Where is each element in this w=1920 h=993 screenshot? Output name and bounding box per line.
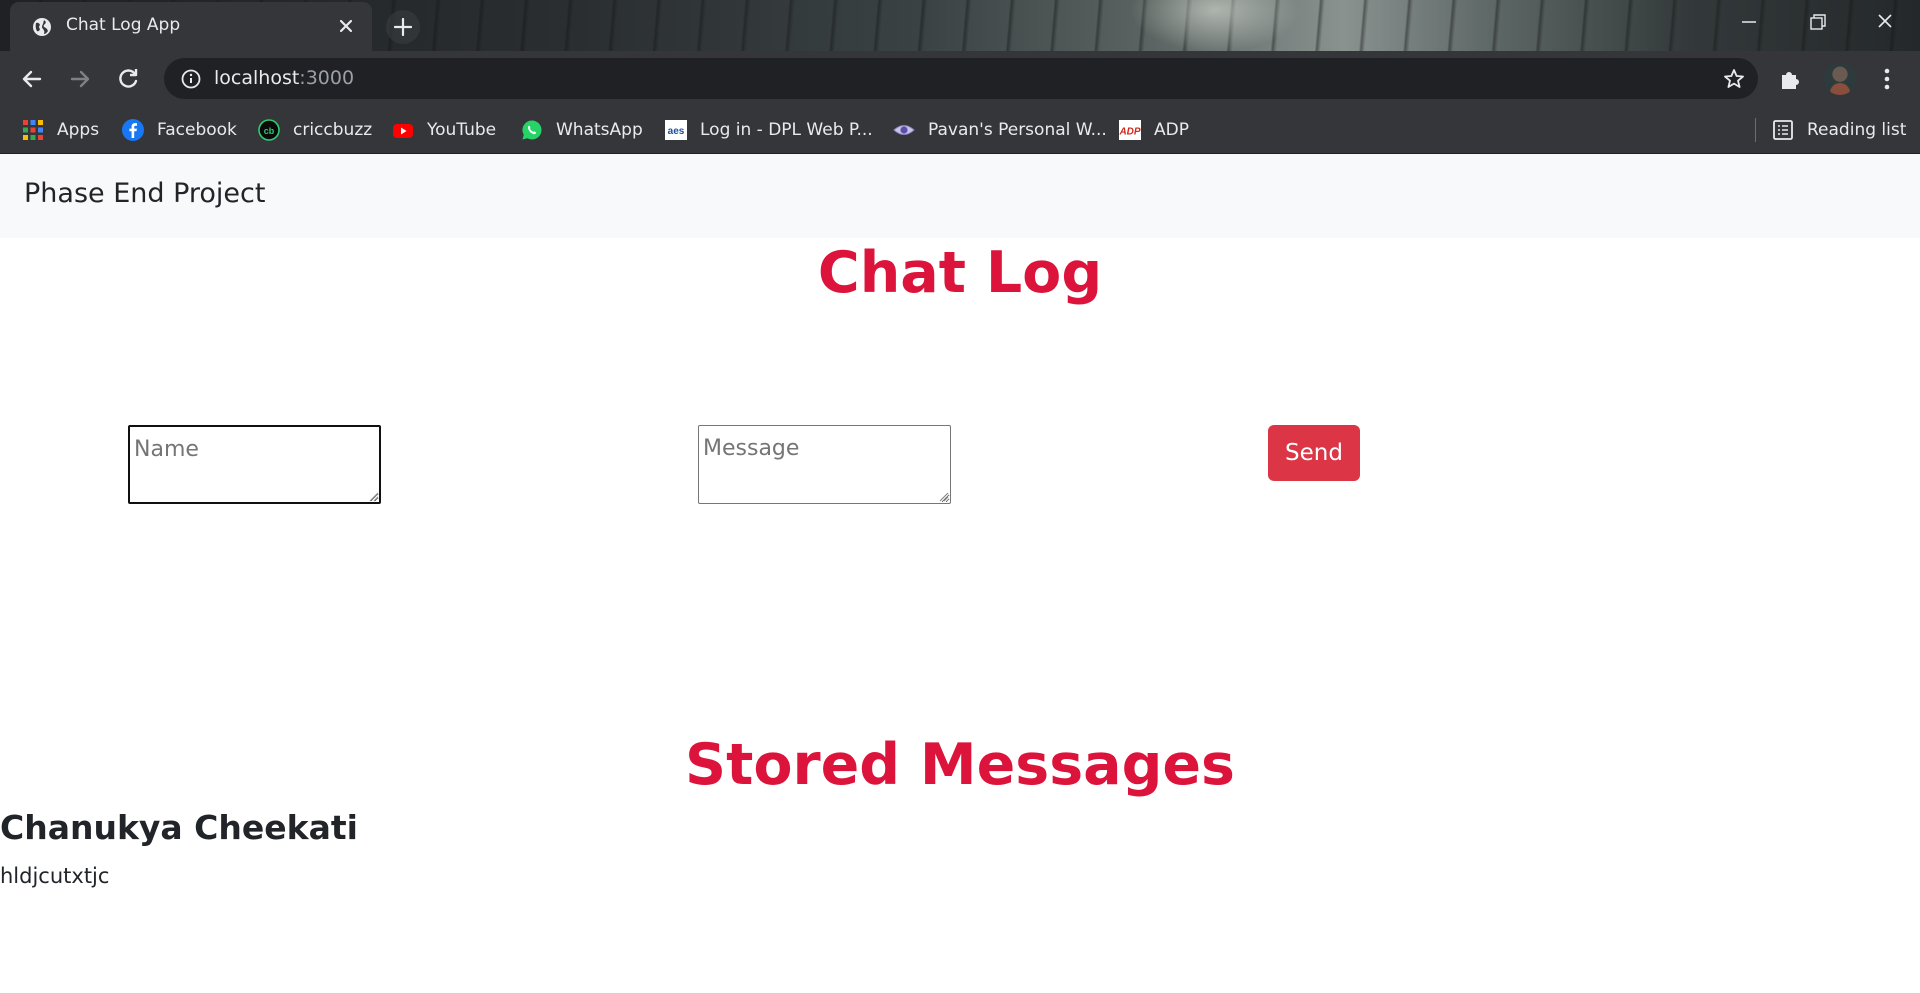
tab-title: Chat Log App <box>66 15 181 35</box>
facebook-icon <box>122 119 144 141</box>
more-menu-icon[interactable] <box>1873 65 1901 93</box>
chat-log-heading: Chat Log <box>817 240 1103 306</box>
browser-toolbar: localhost:3000 <box>0 51 1920 106</box>
bookmark-label: YouTube <box>427 120 497 140</box>
back-arrow-icon[interactable] <box>18 65 46 93</box>
bookmark-label: criccbuzz <box>293 120 373 140</box>
browser-tab-strip: Chat Log App <box>0 0 1920 51</box>
bookmark-cricbuzz[interactable]: cb criccbuzz <box>258 117 372 143</box>
window-close-icon[interactable] <box>1870 10 1900 34</box>
new-tab-button[interactable] <box>386 10 420 44</box>
profile-avatar[interactable] <box>1824 63 1856 95</box>
message-author: Chanukya Cheekati <box>0 808 358 847</box>
name-input[interactable] <box>128 425 381 504</box>
reading-list-button[interactable]: Reading list <box>1772 117 1906 143</box>
extensions-puzzle-icon[interactable] <box>1776 65 1804 93</box>
bookmark-label: Log in - DPL Web P... <box>700 120 873 140</box>
bookmark-dpl-web[interactable]: aes Log in - DPL Web P... <box>665 117 873 143</box>
send-button[interactable]: Send <box>1268 425 1360 481</box>
bookmark-apps[interactable]: Apps <box>22 117 99 143</box>
bookmark-label: Apps <box>57 120 100 140</box>
bookmark-label: WhatsApp <box>556 120 643 140</box>
bookmark-pavan-personal[interactable]: Pavan's Personal W... <box>893 117 1107 143</box>
adp-icon: ADP <box>1119 120 1141 140</box>
forward-arrow-icon[interactable] <box>66 65 94 93</box>
whatsapp-icon <box>522 120 542 140</box>
url-port: :3000 <box>299 67 355 89</box>
avatar-figure <box>1830 83 1850 95</box>
close-icon[interactable] <box>336 16 356 36</box>
restore-icon[interactable] <box>1802 10 1832 34</box>
bookmark-label: Facebook <box>157 120 237 140</box>
reload-icon[interactable] <box>114 65 142 93</box>
svg-text:cb: cb <box>264 126 275 136</box>
bookmark-label: ADP <box>1154 120 1189 140</box>
address-url[interactable]: localhost:3000 <box>214 67 354 89</box>
eye-icon <box>893 125 915 135</box>
bookmark-facebook[interactable]: Facebook <box>122 117 237 143</box>
bookmarks-divider <box>1755 118 1756 142</box>
stored-messages-heading: Stored Messages <box>685 732 1235 798</box>
info-icon[interactable] <box>180 68 202 90</box>
aes-icon: aes <box>665 120 687 140</box>
star-icon[interactable] <box>1722 67 1746 91</box>
globe-icon <box>33 18 51 36</box>
apps-grid-icon <box>23 120 43 140</box>
minimize-icon[interactable] <box>1734 10 1764 34</box>
youtube-icon <box>393 124 413 138</box>
bookmark-youtube[interactable]: YouTube <box>392 117 496 143</box>
message-input[interactable] <box>698 425 951 504</box>
bookmark-label: Pavan's Personal W... <box>928 120 1107 140</box>
reading-list-icon <box>1773 120 1793 140</box>
site-navbar: Phase End Project <box>0 154 1920 238</box>
svg-text:ADP: ADP <box>1119 127 1141 138</box>
svg-text:aes: aes <box>668 126 685 137</box>
message-text: hldjcutxtjc <box>0 864 110 888</box>
reading-list-label: Reading list <box>1807 120 1907 140</box>
cricbuzz-icon: cb <box>258 119 280 141</box>
browser-tab-active[interactable]: Chat Log App <box>10 2 372 51</box>
url-host: localhost <box>214 67 300 89</box>
bookmark-adp[interactable]: ADP ADP <box>1119 117 1189 143</box>
navbar-brand[interactable]: Phase End Project <box>24 178 265 209</box>
bookmarks-bar: Apps Facebook cb criccbuzz YouTube Whats… <box>0 106 1920 154</box>
bookmark-whatsapp[interactable]: WhatsApp <box>521 117 643 143</box>
plus-icon <box>394 18 412 36</box>
address-bar[interactable]: localhost:3000 <box>164 58 1758 99</box>
